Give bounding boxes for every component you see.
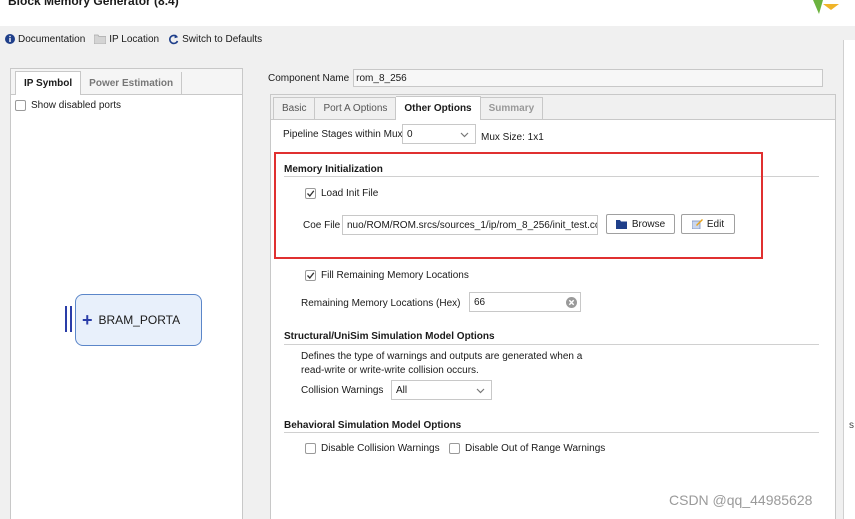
- structural-desc-line1: Defines the type of warnings and outputs…: [301, 351, 583, 362]
- toolbar: Documentation IP Location Switch to Defa…: [0, 28, 855, 50]
- switch-defaults-label: Switch to Defaults: [182, 33, 263, 45]
- disable-out-of-range-checkbox[interactable]: [449, 443, 460, 454]
- disable-collision-label: Disable Collision Warnings: [321, 443, 440, 454]
- title-bar: Block Memory Generator (8.4): [0, 0, 855, 26]
- pipeline-stages-label: Pipeline Stages within Mux: [283, 129, 403, 140]
- component-name-row: Component Name rom_8_256: [268, 69, 824, 87]
- component-name-input[interactable]: rom_8_256: [353, 69, 824, 87]
- chevron-down-icon: [476, 388, 485, 394]
- tab-ip-symbol[interactable]: IP Symbol: [15, 71, 82, 95]
- disable-out-of-range-label: Disable Out of Range Warnings: [465, 443, 606, 454]
- options-tab-bar: Basic Port A Options Other Options Summa…: [271, 95, 835, 120]
- collision-warnings-label: Collision Warnings: [301, 385, 384, 396]
- collision-warnings-select[interactable]: All: [391, 380, 492, 400]
- bram-porta-label: BRAM_PORTA: [98, 313, 181, 327]
- refresh-icon: [169, 34, 179, 44]
- left-tab-bar: IP Symbol Power Estimation: [11, 69, 242, 95]
- show-disabled-ports-label: Show disabled ports: [31, 100, 122, 111]
- section-divider: [284, 432, 819, 433]
- remaining-locations-value: 66: [474, 296, 486, 308]
- switch-defaults-button[interactable]: Switch to Defaults: [168, 34, 262, 45]
- right-edge-strip: [843, 40, 855, 519]
- remaining-locations-label: Remaining Memory Locations (Hex): [301, 298, 461, 309]
- tab-summary[interactable]: Summary: [480, 97, 544, 119]
- tab-power-estimation[interactable]: Power Estimation: [81, 72, 183, 94]
- disable-out-of-range-row[interactable]: Disable Out of Range Warnings: [449, 443, 605, 454]
- info-icon: [5, 34, 15, 44]
- expand-plus-icon[interactable]: +: [82, 311, 93, 329]
- left-panel: IP Symbol Power Estimation Show disabled…: [10, 68, 243, 519]
- fill-remaining-checkbox[interactable]: [305, 270, 316, 281]
- pipeline-stages-select[interactable]: 0: [402, 124, 476, 144]
- structural-options-title: Structural/UniSim Simulation Model Optio…: [284, 331, 495, 342]
- documentation-label: Documentation: [18, 33, 86, 45]
- fill-remaining-row[interactable]: Fill Remaining Memory Locations: [305, 270, 469, 281]
- structural-desc-line2: read-write or write-write collision occu…: [301, 365, 479, 376]
- ip-location-button[interactable]: IP Location: [94, 34, 159, 45]
- disable-collision-checkbox[interactable]: [305, 443, 316, 454]
- tab-other-options[interactable]: Other Options: [396, 96, 481, 120]
- section-divider: [284, 344, 819, 345]
- behavioral-options-title: Behavioral Simulation Model Options: [284, 420, 462, 431]
- documentation-button[interactable]: Documentation: [5, 34, 85, 45]
- component-name-label: Component Name: [268, 72, 350, 84]
- fill-remaining-label: Fill Remaining Memory Locations: [321, 270, 469, 281]
- pipeline-stages-value: 0: [407, 128, 413, 140]
- ip-location-label: IP Location: [109, 33, 160, 45]
- tab-basic[interactable]: Basic: [273, 97, 316, 119]
- highlight-box: [274, 152, 763, 259]
- show-disabled-ports-checkbox[interactable]: [15, 100, 26, 111]
- watermark: CSDN @qq_44985628: [669, 492, 813, 508]
- mux-size-label: Mux Size: 1x1: [481, 132, 544, 143]
- bram-porta-block[interactable]: + BRAM_PORTA: [75, 294, 202, 346]
- window-title: Block Memory Generator (8.4): [8, 0, 179, 8]
- disable-collision-row[interactable]: Disable Collision Warnings: [305, 443, 440, 454]
- folder-icon: [94, 34, 107, 44]
- checkmark-icon: [307, 272, 315, 280]
- collision-warnings-value: All: [396, 384, 408, 396]
- port-bus-icon: [65, 306, 73, 332]
- edge-letter: s: [849, 420, 854, 431]
- clear-icon[interactable]: [566, 297, 577, 308]
- ip-symbol: + BRAM_PORTA: [65, 294, 202, 346]
- chevron-down-icon: [460, 132, 469, 138]
- vivado-logo-icon: [813, 0, 839, 14]
- show-disabled-ports-row[interactable]: Show disabled ports: [15, 100, 121, 111]
- tab-port-a-options[interactable]: Port A Options: [315, 97, 397, 119]
- remaining-locations-input[interactable]: 66: [469, 292, 581, 312]
